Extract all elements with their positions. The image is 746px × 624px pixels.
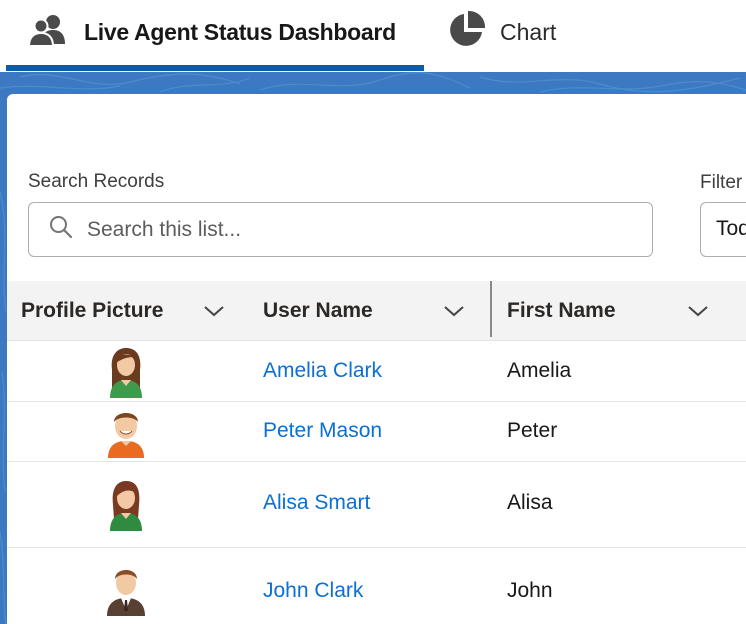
user-name-link[interactable]: Amelia Clark [263, 359, 382, 383]
chevron-down-icon[interactable] [443, 303, 465, 324]
search-label: Search Records [28, 171, 165, 192]
male-suit-avatar-icon [104, 564, 148, 616]
tab-label: Chart [500, 18, 557, 45]
column-header-label: User Name [263, 299, 373, 322]
user-name-link[interactable]: Alisa Smart [263, 491, 370, 515]
column-header-label: Profile Picture [21, 299, 164, 322]
chevron-down-icon[interactable] [687, 303, 709, 324]
first-name-cell: Alisa [507, 491, 553, 514]
table-header: Profile Picture User Name First Name [7, 281, 746, 341]
first-name-cell: Peter [507, 419, 558, 442]
user-name-link[interactable]: Peter Mason [263, 419, 382, 443]
female-avatar-icon [104, 346, 148, 398]
tab-bar: Live Agent Status Dashboard Chart [0, 0, 746, 72]
filter-select[interactable]: Today [700, 202, 746, 257]
column-header-first-name[interactable]: First Name [507, 281, 746, 341]
table-row: John Clark John [7, 548, 746, 624]
user-name-link[interactable]: John Clark [263, 579, 363, 603]
chevron-down-icon[interactable] [203, 303, 225, 324]
tab-live-agent-status-dashboard[interactable]: Live Agent Status Dashboard [6, 0, 424, 72]
first-name-cell: John [507, 579, 553, 602]
table-row: Peter Mason Peter [7, 402, 746, 462]
column-header-profile-picture[interactable]: Profile Picture [21, 281, 257, 341]
search-icon [49, 215, 73, 244]
column-resize-handle[interactable] [490, 281, 492, 337]
users-icon [27, 13, 68, 52]
search-box[interactable] [28, 202, 653, 257]
tab-label: Live Agent Status Dashboard [84, 18, 396, 45]
tab-chart[interactable]: Chart [446, 0, 646, 72]
filter-value: Today [716, 217, 746, 240]
filter-label: Filter [700, 172, 743, 193]
table-row: Amelia Clark Amelia [7, 341, 746, 402]
first-name-cell: Amelia [507, 359, 572, 382]
column-header-user-name[interactable]: User Name [263, 281, 491, 341]
table-row: Alisa Smart Alisa [7, 462, 746, 548]
male-avatar-icon [104, 406, 148, 458]
active-tab-indicator [6, 65, 424, 71]
column-header-label: First Name [507, 299, 616, 322]
female-avatar-icon [104, 479, 148, 531]
pie-chart-icon [446, 10, 486, 55]
search-input[interactable] [85, 216, 629, 243]
